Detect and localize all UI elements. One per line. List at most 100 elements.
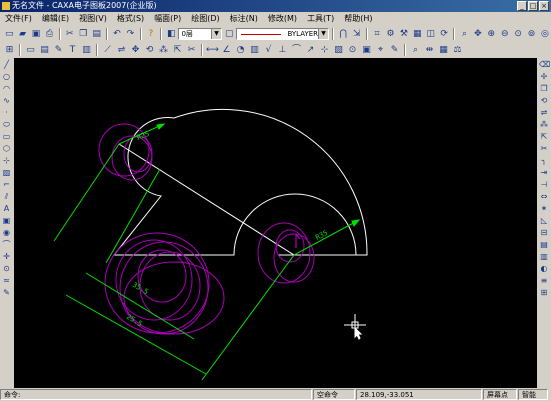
new-file-icon[interactable]: ▭ [3, 28, 15, 41]
line-tool-icon[interactable]: ╱ [2, 60, 12, 70]
text-tool-icon[interactable]: A [2, 204, 12, 214]
image-icon[interactable]: ▦ [411, 28, 423, 41]
maximize-button[interactable]: □ [528, 1, 538, 11]
explode-tool-icon[interactable]: ✶ [539, 204, 549, 214]
query-weight-icon[interactable]: ⚖ [451, 44, 464, 57]
array-tool-icon[interactable]: ⁂ [539, 120, 549, 130]
mirror-tool-icon[interactable]: ⇌ [539, 108, 549, 118]
scale-tool-icon[interactable]: ⇱ [539, 132, 549, 142]
menu-file[interactable]: 文件(F) [0, 12, 37, 26]
copy-tool-icon[interactable]: ❐ [539, 84, 549, 94]
menu-view[interactable]: 视图(V) [74, 12, 112, 26]
query-point-icon[interactable]: ⌕ [409, 44, 422, 57]
text-icon[interactable]: T [66, 44, 79, 57]
roughness-icon[interactable]: √ [262, 44, 275, 57]
break-tool-icon[interactable]: ✎ [2, 288, 12, 298]
group-tool-icon[interactable]: ⊞ [539, 288, 549, 298]
property-tool-icon[interactable]: ▥ [539, 252, 549, 262]
symbol-icon[interactable]: ⌖ [374, 44, 387, 57]
polygon-tool-icon[interactable]: ⬡ [2, 144, 12, 154]
parts-list-icon[interactable]: ✎ [52, 44, 65, 57]
hole-tool-icon[interactable]: ◉ [2, 228, 12, 238]
redraw-icon[interactable]: ◎ [539, 28, 551, 41]
array-icon[interactable]: ⁂ [157, 44, 170, 57]
erase-tool-icon[interactable]: ⌫ [539, 60, 550, 70]
minimize-button[interactable]: _ [517, 1, 527, 11]
linear-dim-icon[interactable]: ⟷ [206, 44, 219, 57]
zoom-window-icon[interactable]: ⌕ [458, 28, 470, 41]
tolerance-frame-icon[interactable]: ▣ [360, 44, 373, 57]
menu-format[interactable]: 格式(S) [112, 12, 149, 26]
menu-sheet[interactable]: 幅面(P) [149, 12, 186, 26]
match-tool-icon[interactable]: ◐ [539, 264, 549, 274]
table-icon[interactable]: ▥ [80, 44, 93, 57]
arc-tool-icon[interactable]: ◠ [2, 84, 12, 94]
save-icon[interactable]: ▣ [30, 28, 42, 41]
ellipse-tool-icon[interactable]: ⬭ [2, 120, 12, 130]
rotate-tool-icon[interactable]: ⟲ [539, 96, 549, 106]
pan-icon[interactable]: ✥ [472, 28, 484, 41]
layer-select[interactable]: 0层 ▼ [178, 28, 223, 40]
attribute-icon[interactable]: ⇲ [350, 28, 362, 41]
line-style-icon[interactable]: ▢ [223, 28, 235, 41]
scale-icon[interactable]: ⇱ [171, 44, 184, 57]
leader-icon[interactable]: ↗ [304, 44, 317, 57]
hatch-tool-icon[interactable]: ▨ [2, 168, 12, 178]
ole-icon[interactable]: ◫ [425, 28, 437, 41]
chevron-down-icon[interactable]: ▼ [211, 29, 222, 39]
translate-tool-icon[interactable]: ✢ [539, 72, 549, 82]
curve-tool-icon[interactable]: ⌒ [2, 240, 12, 250]
chevron-down-icon[interactable]: ▼ [318, 29, 329, 39]
smart-mode[interactable]: 智能 [518, 389, 548, 400]
centerline-icon[interactable]: ⊹ [318, 44, 331, 57]
crosshair-tool-icon[interactable]: ✛ [2, 252, 12, 262]
zoom-all-icon[interactable]: ⊙ [512, 28, 524, 41]
menu-dimension[interactable]: 标注(N) [225, 12, 263, 26]
paste-icon[interactable]: ▤ [90, 28, 102, 41]
frame-icon[interactable]: ▭ [24, 44, 37, 57]
title-block-icon[interactable]: ▤ [38, 44, 51, 57]
linetype-select[interactable]: BYLAYER ▼ [236, 28, 330, 40]
grid-icon[interactable]: ⊞ [3, 44, 16, 57]
stretch-tool-icon[interactable]: ⇔ [539, 192, 549, 202]
centerline-tool-icon[interactable]: ⊹ [2, 156, 12, 166]
datum-icon[interactable]: ⊥ [276, 44, 289, 57]
query-distance-icon[interactable]: ⇹ [423, 44, 436, 57]
wave-tool-icon[interactable]: ≈ [2, 276, 12, 286]
dimension-line[interactable] [65, 294, 207, 375]
undo-icon[interactable]: ↶ [111, 28, 123, 41]
close-button[interactable]: × [539, 1, 549, 11]
library-icon[interactable]: ⚙ [384, 28, 396, 41]
polyline-tool-icon[interactable]: ⌐ [2, 180, 12, 190]
node-tool-icon[interactable]: ⊙ [2, 264, 12, 274]
balloon-icon[interactable]: ⊙ [346, 44, 359, 57]
move-icon[interactable]: ✥ [129, 44, 142, 57]
rotate-icon[interactable]: ⟲ [143, 44, 156, 57]
block-tool-icon[interactable]: ▤ [539, 240, 549, 250]
zoom-previous-icon[interactable]: ⊚ [525, 28, 537, 41]
part-icon[interactable]: ⚒ [398, 28, 410, 41]
drawing-canvas[interactable]: R25 R35 35.5 25.5 [14, 58, 537, 388]
mirror-icon[interactable]: ⇌ [115, 44, 128, 57]
query-area-icon[interactable]: ▦ [437, 44, 450, 57]
menu-tools[interactable]: 工具(T) [302, 12, 339, 26]
menu-modify[interactable]: 修改(M) [263, 12, 302, 26]
magnet-icon[interactable]: ⋂ [337, 28, 349, 41]
replace-icon[interactable]: ⟳ [438, 28, 450, 41]
zoom-out-icon[interactable]: ⊖ [499, 28, 511, 41]
line-icon[interactable]: ⟋ [101, 44, 114, 57]
tolerance-icon[interactable]: ▥ [248, 44, 261, 57]
zoom-in-icon[interactable]: ⊕ [485, 28, 497, 41]
hatch-icon[interactable]: ▨ [332, 44, 345, 57]
help-icon[interactable]: ? [145, 28, 157, 41]
fill-tool-icon[interactable]: ▣ [2, 216, 12, 226]
menu-edit[interactable]: 编辑(E) [37, 12, 74, 26]
extend-tool-icon[interactable]: ⇥ [539, 168, 549, 178]
radius-dim-icon[interactable]: ◔ [234, 44, 247, 57]
centerline[interactable] [118, 143, 295, 256]
print-icon[interactable]: ⎙ [43, 28, 55, 41]
circle-tool-icon[interactable]: ○ [2, 72, 12, 82]
align-tool-icon[interactable]: ⊟ [539, 228, 549, 238]
point-tool-icon[interactable]: · [2, 108, 12, 118]
snap-mode[interactable]: 屏幕点 [483, 389, 517, 400]
